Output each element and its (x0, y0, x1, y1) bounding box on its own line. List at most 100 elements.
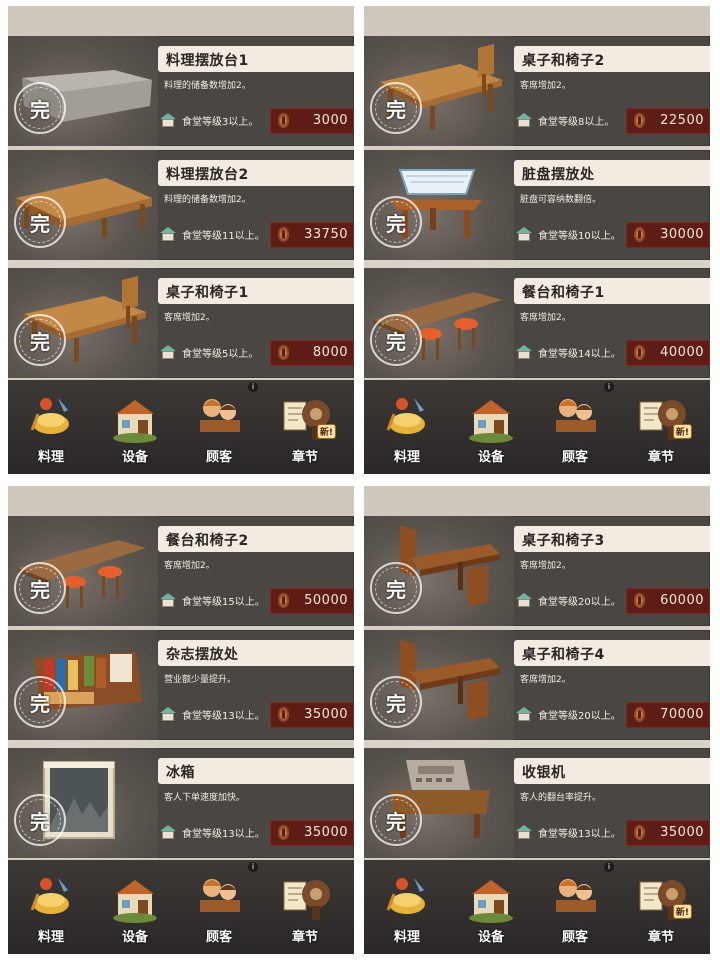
nav-tab-customers[interactable]: 顾客 (184, 866, 254, 952)
upgrade-row[interactable]: 完 料理摆放台2 料理的储备数增加2。 食堂等级11以上。 33750 (8, 150, 354, 260)
price-value: 22500 (660, 113, 704, 128)
item-name-banner: 桌子和椅子4 (514, 640, 710, 666)
completed-stamp-label: 完 (30, 691, 50, 716)
dish-icon (24, 870, 78, 924)
price-button[interactable]: 70000 (626, 702, 710, 728)
completed-stamp-label: 完 (386, 577, 406, 602)
restaurant-level-icon (160, 825, 176, 839)
item-name: 料理摆放台2 (166, 167, 249, 183)
price-button[interactable]: 33750 (270, 222, 354, 248)
price-value: 60000 (660, 593, 704, 608)
upgrade-row[interactable]: 完 餐台和椅子1 客席增加2。 食堂等级14以上。 40000 (364, 268, 710, 378)
price-button[interactable]: 35000 (270, 702, 354, 728)
nav-tab-label: 料理 (393, 930, 420, 945)
nav-tab-dish[interactable]: 料理 (372, 386, 442, 472)
price-value: 33750 (304, 227, 348, 242)
level-requirement-text: 食堂等级20以上。 (538, 596, 621, 608)
level-requirement-text: 食堂等级20以上。 (538, 710, 621, 722)
price-button[interactable]: 40000 (626, 340, 710, 366)
new-badge: 新! (672, 904, 692, 919)
nav-tab-chapter[interactable]: 章节 新! (270, 386, 340, 472)
item-name: 餐台和椅子2 (166, 533, 249, 549)
upgrade-row[interactable]: 完 冰箱 客人下单速度加快。 食堂等级13以上。 35000 (8, 748, 354, 858)
nav-tab-dish[interactable]: 料理 (16, 866, 86, 952)
price-button[interactable]: 22500 (626, 108, 710, 134)
level-requirement-text: 食堂等级8以上。 (538, 116, 615, 128)
coin-icon (634, 593, 645, 608)
item-name-banner: 收银机 (514, 758, 710, 784)
customers-icon (548, 390, 602, 444)
completed-stamp-label: 完 (386, 691, 406, 716)
item-name: 桌子和椅子4 (522, 647, 605, 663)
item-name: 料理摆放台1 (166, 53, 249, 69)
coin-icon (278, 113, 289, 128)
restaurant-level-icon (516, 227, 532, 241)
price-button[interactable]: 35000 (626, 820, 710, 846)
nav-tab-shop[interactable]: 设备 (100, 386, 170, 472)
item-description: 客席增加2。 (164, 313, 215, 323)
item-description: 客席增加2。 (164, 561, 215, 571)
completed-stamp-icon: 完 (370, 314, 422, 366)
price-button[interactable]: 50000 (270, 588, 354, 614)
item-name: 桌子和椅子1 (166, 285, 249, 301)
dish-icon (380, 870, 434, 924)
price-button[interactable]: 30000 (626, 222, 710, 248)
level-requirement: 食堂等级13以上。 (516, 823, 621, 841)
item-description: 客人下单速度加快。 (164, 793, 246, 803)
item-name-banner: 冰箱 (158, 758, 354, 784)
upgrade-row[interactable]: 完 桌子和椅子3 客席增加2。 食堂等级20以上。 60000 (364, 516, 710, 626)
restaurant-level-icon (160, 113, 176, 127)
level-requirement-text: 食堂等级13以上。 (182, 828, 265, 840)
level-requirement-text: 食堂等级15以上。 (182, 596, 265, 608)
nav-tab-customers[interactable]: 顾客 (184, 386, 254, 472)
completed-stamp-label: 完 (30, 211, 50, 236)
completed-stamp-label: 完 (386, 809, 406, 834)
price-button[interactable]: 35000 (270, 820, 354, 846)
level-requirement-text: 食堂等级14以上。 (538, 348, 621, 360)
customers-icon (192, 390, 246, 444)
price-value: 30000 (660, 227, 704, 242)
price-button[interactable]: 8000 (270, 340, 354, 366)
nav-tab-chapter[interactable]: 章节 (270, 866, 340, 952)
completed-stamp-label: 完 (386, 97, 406, 122)
item-name-banner: 料理摆放台1 (158, 46, 354, 72)
upgrade-row[interactable]: 完 桌子和椅子4 客席增加2。 食堂等级20以上。 70000 (364, 630, 710, 740)
restaurant-level-icon (160, 345, 176, 359)
completed-stamp-icon: 完 (370, 82, 422, 134)
upgrade-row[interactable]: 完 餐台和椅子2 客席增加2。 食堂等级15以上。 50000 (8, 516, 354, 626)
upgrade-row[interactable]: 完 脏盘摆放处 脏盘可容纳数翻倍。 食堂等级10以上。 30000 (364, 150, 710, 260)
nav-tab-shop[interactable]: 设备 (456, 386, 526, 472)
upgrade-row[interactable]: 完 桌子和椅子1 客席增加2。 食堂等级5以上。 8000 (8, 268, 354, 378)
item-name-banner: 脏盘摆放处 (514, 160, 710, 186)
price-button[interactable]: 3000 (270, 108, 354, 134)
nav-tab-label: 设备 (477, 450, 504, 465)
price-value: 70000 (660, 707, 704, 722)
level-requirement-text: 食堂等级10以上。 (538, 230, 621, 242)
nav-tab-dish[interactable]: 料理 (372, 866, 442, 952)
nav-tab-customers[interactable]: 顾客 (540, 866, 610, 952)
upgrade-row[interactable]: 完 桌子和椅子2 客席增加2。 食堂等级8以上。 22500 (364, 36, 710, 146)
nav-tab-shop[interactable]: 设备 (456, 866, 526, 952)
shop-icon (108, 390, 162, 444)
nav-tab-shop[interactable]: 设备 (100, 866, 170, 952)
bottom-nav: i 料理 设备 顾客 章节 新! (364, 380, 710, 474)
item-description: 脏盘可容纳数翻倍。 (520, 195, 602, 205)
completed-stamp-label: 完 (386, 329, 406, 354)
upgrade-row[interactable]: 完 杂志摆放处 营业额少量提升。 食堂等级13以上。 35000 (8, 630, 354, 740)
price-button[interactable]: 60000 (626, 588, 710, 614)
nav-tab-chapter[interactable]: 章节 新! (626, 866, 696, 952)
new-badge: 新! (672, 424, 692, 439)
nav-tab-label: 章节 (291, 450, 318, 465)
nav-tab-customers[interactable]: 顾客 (540, 386, 610, 472)
nav-tab-label: 顾客 (561, 930, 588, 945)
completed-stamp-icon: 完 (370, 562, 422, 614)
nav-tab-dish[interactable]: 料理 (16, 386, 86, 472)
item-description: 客人的翻台率提升。 (520, 793, 602, 803)
restaurant-level-icon (160, 227, 176, 241)
upgrade-row[interactable]: 完 料理摆放台1 料理的储备数增加2。 食堂等级3以上。 3000 (8, 36, 354, 146)
bottom-nav: i 料理 设备 顾客 章节 新! (8, 380, 354, 474)
completed-stamp-label: 完 (30, 577, 50, 602)
completed-stamp-icon: 完 (14, 82, 66, 134)
upgrade-row[interactable]: 完 收银机 客人的翻台率提升。 食堂等级13以上。 35000 (364, 748, 710, 858)
nav-tab-chapter[interactable]: 章节 新! (626, 386, 696, 472)
